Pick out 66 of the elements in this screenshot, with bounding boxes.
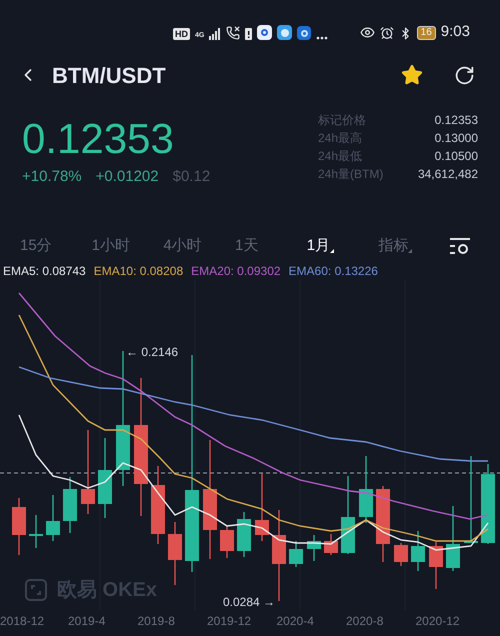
settings-button[interactable] [450, 238, 470, 254]
battery-alert-icon [245, 27, 252, 40]
last-price: 0.12353 [22, 116, 175, 162]
candle [237, 512, 251, 557]
candle [411, 531, 425, 571]
settings-icon [450, 238, 470, 254]
candle [307, 535, 321, 561]
ema-legend: EMA60: 0.13226 [288, 262, 378, 280]
stat-value: 34,612,482 [418, 166, 478, 182]
candle [255, 473, 269, 541]
high-price-label: ← 0.2146 [126, 344, 178, 361]
candle [324, 534, 338, 555]
clock-time: 9:03 [440, 24, 470, 40]
candle [168, 522, 182, 585]
missed-call-icon [226, 26, 240, 40]
interval-tab[interactable]: 4小时 [163, 234, 202, 258]
axis-label: 2019-8 [138, 613, 175, 630]
candle [46, 495, 60, 541]
favorite-button[interactable] [400, 63, 424, 87]
signal-icon [209, 28, 221, 40]
more-icon [316, 36, 328, 40]
stat-label: 24h量(BTM) [318, 166, 384, 182]
app-icon [297, 26, 311, 40]
axis-label: 2018-12 [0, 613, 44, 630]
interval-tab[interactable]: 1小时 [92, 234, 130, 258]
stat-label: 24h最高 [318, 130, 362, 146]
change-amount: +0.01202 [96, 168, 159, 186]
candle [29, 515, 43, 548]
stat-label: 24h最低 [318, 148, 362, 164]
logo-icon [25, 579, 47, 601]
usd-price: $0.12 [172, 168, 210, 186]
axis-label: 2019-4 [68, 613, 106, 630]
ema-legend: EMA5: 0.08743 [3, 262, 86, 280]
stat-value: 0.10500 [434, 148, 478, 164]
axis-label: 2020-12 [416, 613, 460, 630]
alarm-icon [380, 26, 394, 40]
candle [63, 477, 77, 533]
candle [289, 541, 303, 567]
interval-tab[interactable]: 指标 [378, 234, 408, 258]
ema-legend: EMA20: 0.09302 [191, 262, 281, 280]
interval-tab[interactable]: 1月 [306, 234, 330, 258]
app-icon [277, 25, 292, 40]
candle [394, 543, 408, 566]
candle [12, 498, 26, 555]
ema-legend: EMA10: 0.08208 [94, 262, 184, 280]
candle [359, 456, 373, 523]
change-percent: +10.78% [22, 168, 82, 186]
app-icon [257, 25, 272, 40]
eye-icon [360, 25, 375, 40]
stat-label: 标记价格 [318, 112, 366, 128]
refresh-icon [454, 64, 474, 86]
star-icon [401, 64, 423, 86]
candle [446, 506, 460, 571]
candle [220, 525, 234, 558]
axis-label: 2020-8 [346, 613, 384, 630]
low-price-label: 0.0284 → [223, 594, 276, 611]
battery-indicator: 16 [416, 26, 436, 40]
interval-tab[interactable]: 15分 [20, 234, 52, 258]
candle [429, 542, 443, 589]
axis-label: 2019-12 [207, 613, 252, 630]
interval-tab[interactable]: 1天 [235, 234, 258, 258]
axis-label: 2020-4 [276, 613, 314, 630]
hd-badge: HD [173, 28, 190, 40]
stat-value: 0.13000 [434, 130, 478, 146]
pair-title: BTM/USDT [52, 62, 166, 90]
stat-value: 0.12353 [434, 112, 478, 128]
